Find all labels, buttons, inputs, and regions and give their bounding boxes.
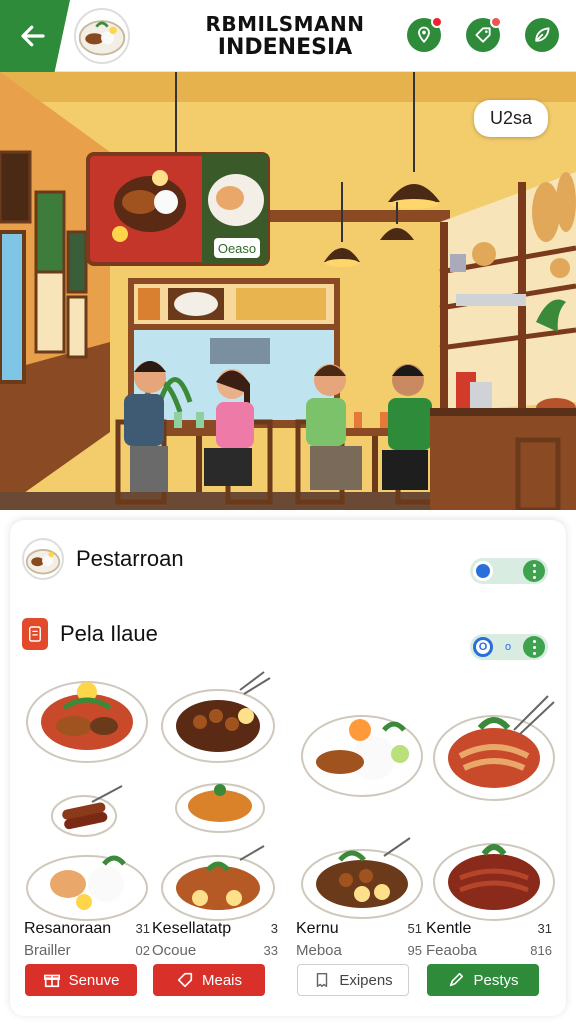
item-value: 95 [407,943,422,958]
app-title: RBMILSMANN INDENESIA [200,12,370,60]
dish-image[interactable] [24,670,150,766]
back-button[interactable] [0,0,70,72]
item-subtitle: Brailler [24,942,71,959]
location-pin-icon [418,26,430,43]
location-button[interactable] [407,16,443,52]
senuve-button[interactable]: Senuve [25,964,137,996]
item-count: 31 [537,921,552,936]
hero-pill-badge[interactable]: U2sa [473,100,548,137]
pestys-button-label: Pestys [473,971,519,989]
restaurant-label: Pestarroan [76,546,184,571]
item-count: 51 [407,921,422,936]
item-subtitle: Feaoba [426,942,477,959]
pestys-button[interactable]: Pestys [427,964,539,996]
dish-gallery [20,670,560,921]
item-count: 3 [270,921,278,936]
item-count: 31 [135,921,150,936]
meais-button-label: Meais [201,971,242,989]
pen-icon [450,972,464,987]
section-label: Pela Ilaue [60,621,158,646]
item-info: Kesellatatp 3 Ocoue 33 [152,920,278,959]
item-value: 33 [263,943,278,958]
item-name: Kentle [426,920,472,937]
item-name: Kernu [296,920,339,937]
more-options-icon[interactable] [523,636,545,658]
dish-image[interactable] [300,704,424,802]
dish-image[interactable] [42,782,132,842]
gift-icon [43,974,60,988]
dish-image[interactable] [170,774,270,834]
restaurant-toggle[interactable] [470,558,548,584]
toggle-knob [473,561,493,581]
dish-logo-icon[interactable] [74,8,130,64]
dish-image[interactable] [160,844,276,924]
restaurant-panel: Pestarroan Pela Ilaue O o Resanoraan 31 … [10,520,566,1016]
exipens-button-label: Exipens [339,971,393,989]
tag-button[interactable] [466,16,502,52]
senuve-button-label: Senuve [68,971,120,989]
restaurant-illustration: Oeaso U2sa [0,72,576,510]
app-title-line1: RBMILSMANN [205,12,365,36]
dish-image[interactable] [160,670,276,766]
item-info: Resanoraan 31 Brailler 02 [24,920,150,959]
more-options-icon[interactable] [523,560,545,582]
item-info: Kentle 31 Feaoba 816 [426,920,552,959]
tag-notification-dot [490,16,502,28]
item-name: Kesellatatp [152,920,232,937]
leaf-icon [535,27,550,42]
item-subtitle: Ocoue [152,942,197,959]
meais-button[interactable]: Meais [153,964,265,996]
app-header: RBMILSMANN INDENESIA [0,0,576,72]
toggle-knob-letter: O [473,637,493,657]
restaurant-header[interactable]: Pestarroan [22,538,184,580]
item-subtitle: Meboa [296,942,342,959]
section-header[interactable]: Pela Ilaue [22,618,158,650]
toggle-mid-text: o [504,641,512,653]
exipens-button[interactable]: Exipens [297,964,409,996]
tag-icon [475,27,491,43]
app-title-line2: INDENESIA [217,35,353,60]
restaurant-avatar [22,538,64,580]
item-value: 816 [530,943,552,958]
dish-image[interactable] [430,690,558,806]
back-arrow-icon [21,25,45,47]
item-info: Kernu 51 Meboa 95 [296,920,422,959]
menu-board-label: Oeaso [218,241,256,256]
dish-image[interactable] [24,844,150,924]
item-name: Resanoraan [24,920,112,937]
dish-image[interactable] [430,828,558,924]
dish-image[interactable] [300,834,424,922]
tag-icon [177,972,193,988]
notification-dot [431,16,443,28]
restaurant-scene-image: Oeaso [0,72,576,510]
section-toggle[interactable]: O o [470,634,548,660]
receipt-icon [317,972,328,988]
leaf-button[interactable] [525,18,559,52]
item-value: 02 [135,943,150,958]
menu-book-icon [22,618,48,650]
